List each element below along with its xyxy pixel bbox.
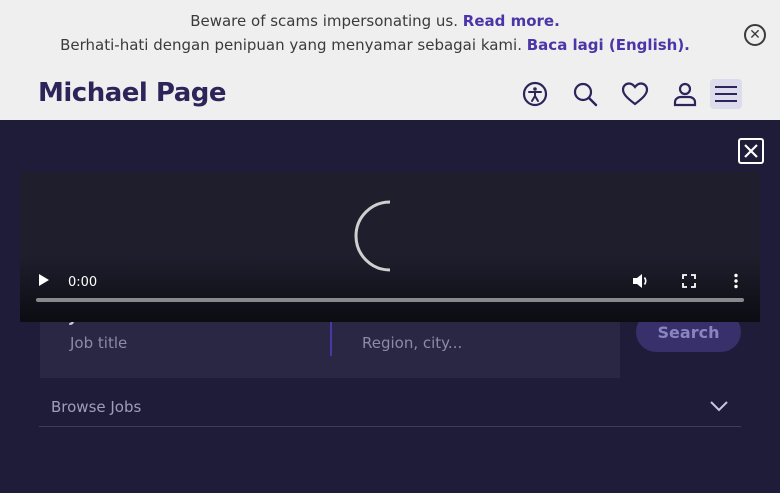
- banner-line-english: Beware of scams impersonating us. Read m…: [0, 12, 750, 30]
- video-player[interactable]: 0:00: [20, 172, 760, 322]
- chevron-down-icon: [709, 398, 729, 417]
- accessibility-icon: [522, 81, 548, 107]
- account-button[interactable]: [671, 80, 699, 108]
- user-icon: [673, 82, 697, 107]
- menu-icon: [715, 86, 737, 102]
- banner-line-malay: Berhati-hati dengan penipuan yang menyam…: [0, 36, 750, 54]
- video-modal-overlay: Job title Job title Location Region, cit…: [0, 120, 780, 493]
- job-title-input[interactable]: Job title: [70, 334, 127, 352]
- read-more-english-link-suffix: .: [684, 36, 690, 54]
- search-icon: [573, 82, 598, 107]
- saved-jobs-button[interactable]: [621, 80, 649, 108]
- field-divider: [330, 320, 332, 356]
- fullscreen-icon: [682, 274, 696, 288]
- close-icon: [744, 144, 758, 158]
- read-more-link[interactable]: Read more.: [463, 12, 560, 30]
- michael-page-logo[interactable]: Michael Page: [38, 78, 227, 108]
- banner-text-malay: Berhati-hati dengan penipuan yang menyam…: [60, 36, 527, 54]
- video-controls: 0:00: [20, 262, 760, 322]
- accessibility-button[interactable]: [521, 80, 549, 108]
- fullscreen-button[interactable]: [680, 272, 698, 290]
- volume-icon: [633, 274, 647, 288]
- banner-close-button[interactable]: ✕: [744, 24, 766, 46]
- video-progress-bar[interactable]: [36, 298, 744, 302]
- read-more-english-link[interactable]: Baca lagi (English): [527, 36, 684, 54]
- menu-button[interactable]: [710, 79, 742, 109]
- video-time: 0:00: [68, 275, 98, 290]
- mute-button[interactable]: [630, 272, 652, 290]
- more-vert-icon: [734, 273, 738, 289]
- search-button[interactable]: [571, 80, 599, 108]
- play-button[interactable]: [36, 272, 52, 288]
- close-icon: ✕: [749, 27, 761, 43]
- heart-icon: [621, 82, 649, 106]
- modal-close-button[interactable]: [738, 138, 764, 164]
- more-options-button[interactable]: [728, 272, 744, 290]
- scam-warning-banner: Beware of scams impersonating us. Read m…: [0, 0, 780, 68]
- browse-jobs-dropdown[interactable]: Browse Jobs: [39, 390, 741, 427]
- browse-jobs-label: Browse Jobs: [51, 398, 142, 416]
- site-header: Michael Page: [0, 68, 780, 120]
- banner-text-english: Beware of scams impersonating us.: [190, 12, 463, 30]
- play-icon: [39, 274, 49, 286]
- location-input[interactable]: Region, city...: [362, 334, 462, 352]
